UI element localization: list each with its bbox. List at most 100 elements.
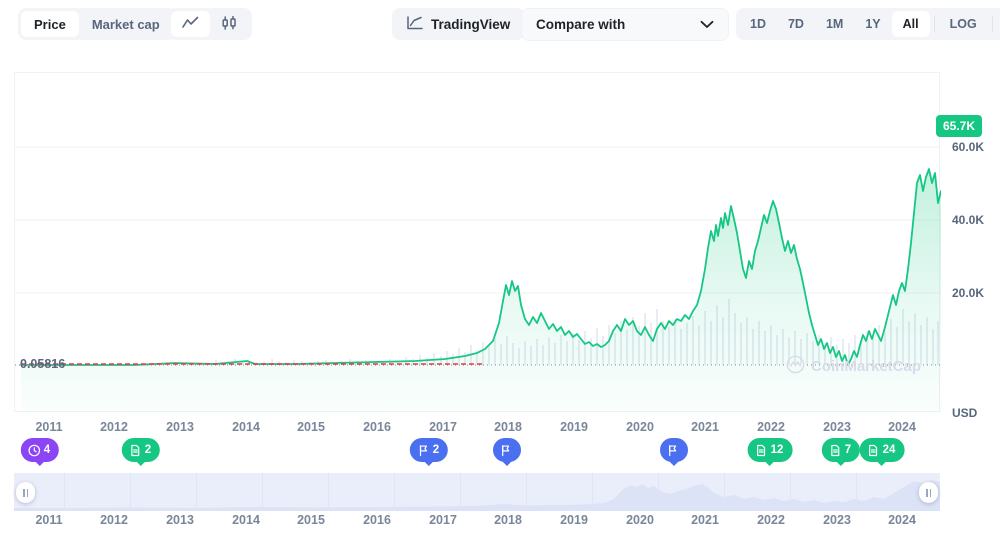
navigator-gridline bbox=[592, 473, 593, 511]
x-tick-2016: 2016 bbox=[363, 420, 391, 434]
chart-navigator[interactable] bbox=[14, 473, 940, 511]
navigator-mini-chart bbox=[14, 480, 940, 511]
flag-icon bbox=[666, 444, 679, 457]
range-7d[interactable]: 7D bbox=[777, 11, 815, 37]
document-icon bbox=[129, 444, 142, 457]
event-badge-historical[interactable]: 4 bbox=[20, 438, 60, 462]
nav-tick-2013: 2013 bbox=[166, 513, 194, 527]
tradingview-icon bbox=[407, 15, 423, 33]
event-badge-news-1[interactable]: 2 bbox=[121, 438, 161, 462]
tradingview-button[interactable]: TradingView bbox=[392, 8, 526, 40]
document-icon bbox=[755, 444, 768, 457]
event-badge-event-1[interactable]: 2 bbox=[409, 438, 449, 462]
navigator-gridline bbox=[262, 473, 263, 511]
chevron-down-icon bbox=[700, 17, 714, 32]
navigator-gridline bbox=[196, 473, 197, 511]
navigator-axis: 2011 2012 2013 2014 2015 2016 2017 2018 … bbox=[0, 513, 1000, 533]
event-badge-news-2[interactable]: 12 bbox=[747, 438, 793, 462]
nav-tick-2017: 2017 bbox=[429, 513, 457, 527]
range-all[interactable]: All bbox=[891, 11, 930, 37]
nav-tick-2018: 2018 bbox=[494, 513, 522, 527]
x-tick-2014: 2014 bbox=[232, 420, 260, 434]
nav-tick-2021: 2021 bbox=[691, 513, 719, 527]
document-icon bbox=[867, 444, 880, 457]
y-tick-40k: 40.0K bbox=[952, 213, 985, 227]
event-badge-event-2[interactable] bbox=[493, 438, 521, 462]
nav-tick-2024: 2024 bbox=[888, 513, 916, 527]
chart-toolbar: Price Market cap TradingView Compare wit… bbox=[0, 0, 1000, 48]
event-badge-count: 2 bbox=[144, 444, 152, 456]
drag-handle-icon bbox=[26, 488, 28, 497]
compare-with-label: Compare with bbox=[536, 16, 626, 32]
y-tick-20k: 20.0K bbox=[952, 286, 985, 300]
navigator-gridline bbox=[658, 473, 659, 511]
x-tick-2023: 2023 bbox=[823, 420, 851, 434]
nav-tick-2023: 2023 bbox=[823, 513, 851, 527]
x-tick-2015: 2015 bbox=[297, 420, 325, 434]
currency-label: USD bbox=[952, 406, 978, 420]
x-tick-2013: 2013 bbox=[166, 420, 194, 434]
x-tick-2019: 2019 bbox=[560, 420, 588, 434]
price-chart[interactable] bbox=[14, 72, 941, 413]
x-tick-2012: 2012 bbox=[100, 420, 128, 434]
line-chart-button[interactable] bbox=[171, 11, 210, 37]
drag-handle-icon bbox=[929, 488, 931, 497]
x-tick-2011: 2011 bbox=[35, 420, 63, 434]
candlestick-chart-button[interactable] bbox=[210, 11, 249, 37]
x-tick-2021: 2021 bbox=[691, 420, 719, 434]
event-badge-news-4[interactable]: 24 bbox=[859, 438, 905, 462]
event-badge-count: 2 bbox=[432, 444, 440, 456]
tab-price[interactable]: Price bbox=[21, 11, 79, 37]
time-range-group: 1D 7D 1M 1Y All LOG ··· bbox=[736, 8, 1000, 40]
navigator-gridline bbox=[790, 473, 791, 511]
range-1y[interactable]: 1Y bbox=[854, 11, 891, 37]
navigator-gridline bbox=[526, 473, 527, 511]
toolbar-divider-1 bbox=[933, 16, 935, 32]
range-1d[interactable]: 1D bbox=[739, 11, 777, 37]
event-badge-count: 4 bbox=[43, 444, 51, 456]
document-icon bbox=[829, 444, 842, 457]
navigator-left-handle[interactable] bbox=[16, 482, 35, 503]
navigator-gridline bbox=[64, 473, 65, 511]
navigator-gridline bbox=[856, 473, 857, 511]
price-chart-svg bbox=[15, 146, 941, 413]
drag-handle-icon bbox=[23, 488, 25, 497]
event-badge-news-3[interactable]: 7 bbox=[821, 438, 861, 462]
y-tick-60k: 60.0K bbox=[952, 140, 985, 154]
compare-with-select[interactable]: Compare with bbox=[521, 7, 729, 41]
x-tick-2024: 2024 bbox=[888, 420, 916, 434]
navigator-gridline bbox=[394, 473, 395, 511]
event-badge-count: 12 bbox=[770, 444, 784, 456]
nav-tick-2022: 2022 bbox=[757, 513, 785, 527]
flag-icon bbox=[417, 444, 430, 457]
event-badge-event-3[interactable] bbox=[660, 438, 688, 462]
range-1m[interactable]: 1M bbox=[815, 11, 854, 37]
candlestick-icon bbox=[221, 15, 238, 33]
tradingview-label: TradingView bbox=[431, 16, 511, 32]
chart-type-group bbox=[168, 8, 252, 40]
x-tick-2020: 2020 bbox=[626, 420, 654, 434]
baseline-price-label: 0.05816 bbox=[20, 357, 66, 371]
x-tick-2018: 2018 bbox=[494, 420, 522, 434]
metric-tab-group: Price Market cap bbox=[18, 8, 176, 40]
gridlines bbox=[15, 146, 941, 294]
event-badge-count: 24 bbox=[882, 444, 896, 456]
clock-icon bbox=[28, 444, 41, 457]
nav-tick-2019: 2019 bbox=[560, 513, 588, 527]
drag-handle-icon bbox=[926, 488, 928, 497]
nav-tick-2011: 2011 bbox=[35, 513, 63, 527]
navigator-gridline bbox=[724, 473, 725, 511]
navigator-gridline bbox=[328, 473, 329, 511]
tab-market-cap[interactable]: Market cap bbox=[79, 11, 173, 37]
nav-tick-2012: 2012 bbox=[100, 513, 128, 527]
price-area-fill bbox=[21, 169, 941, 413]
navigator-right-handle[interactable] bbox=[919, 482, 938, 503]
nav-tick-2020: 2020 bbox=[626, 513, 654, 527]
navigator-gridline bbox=[460, 473, 461, 511]
nav-tick-2016: 2016 bbox=[363, 513, 391, 527]
y-axis: 60.0K 40.0K 20.0K bbox=[944, 72, 1000, 432]
flag-icon bbox=[499, 444, 512, 457]
log-scale-button[interactable]: LOG bbox=[939, 11, 988, 37]
x-tick-2017: 2017 bbox=[429, 420, 457, 434]
toolbar-divider-2 bbox=[991, 16, 993, 32]
